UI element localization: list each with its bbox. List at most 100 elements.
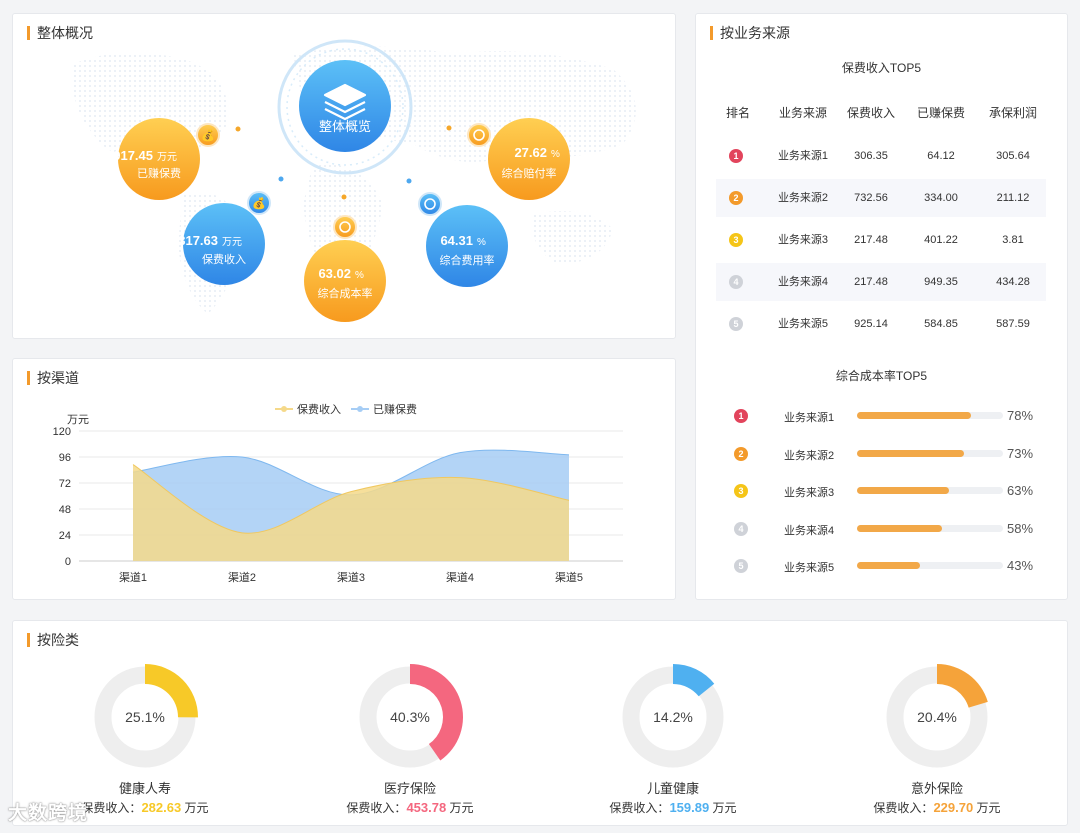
x-tick-label: 渠道3 — [337, 570, 365, 584]
income-label: 保费收入： — [346, 801, 407, 815]
svg-text:保费收入: 保费收入 — [202, 252, 246, 266]
x-tick-label: 渠道5 — [555, 570, 583, 584]
income-top5-title: 保费收入TOP5 — [841, 61, 922, 75]
cost-bar-row: 5 业务来源5 43% — [716, 557, 1046, 577]
x-tick-label: 渠道2 — [228, 570, 256, 584]
cell-earned: 584.85 — [924, 318, 958, 330]
cell-earned: 64.12 — [927, 150, 955, 162]
cost-bar-fill — [857, 524, 942, 532]
legend-marker — [281, 406, 287, 412]
legend-marker — [357, 406, 363, 412]
svg-text:万元: 万元 — [222, 237, 242, 248]
cell-earned: 334.00 — [924, 192, 958, 204]
cell-name: 业务来源5 — [777, 318, 829, 330]
cell-name: 业务来源3 — [777, 234, 829, 246]
cell-income: 925.14 — [854, 318, 888, 330]
income-unit: 万元 — [712, 801, 737, 815]
table-row: 1 业务来源1 306.35 64.12 305.64 — [716, 137, 1046, 175]
income-value: 159.89 — [669, 800, 710, 815]
cell-income: 217.48 — [854, 276, 888, 288]
y-tick-label: 24 — [59, 530, 71, 542]
overview-center-label: 整体概览 — [319, 119, 371, 134]
income-unit: 万元 — [184, 801, 209, 815]
channel-panel: 按渠道 0 24 48 72 96 120 万元 渠道1 渠道2 渠道3 渠道4 渠道5 保费收入 已赚保… — [12, 358, 676, 600]
cell-name: 业务来源4 — [777, 276, 829, 288]
source-title: 按业务来源 — [710, 25, 790, 41]
svg-text:综合费用率: 综合费用率 — [440, 253, 495, 267]
y-axis-unit: 万元 — [67, 414, 89, 426]
legend-label: 已赚保费 — [373, 402, 417, 416]
svg-text:%: % — [355, 270, 364, 281]
cell-income: 306.35 — [854, 150, 888, 162]
metric-expense-ratio-bubble: 64.31 % 综合费用率 — [418, 192, 508, 287]
money-bag-icon: 💰 — [201, 129, 215, 142]
donut-pct-label: 14.2% — [653, 709, 693, 725]
cost-bar-label: 业务来源1 — [784, 412, 835, 424]
cost-bar-track — [857, 487, 1003, 494]
cost-bar-fill — [857, 562, 920, 569]
rank-badge: 1 — [729, 149, 743, 163]
cell-earned: 401.22 — [924, 234, 958, 246]
svg-text:综合成本率: 综合成本率 — [318, 286, 373, 300]
cost-bar-fill — [857, 412, 971, 419]
cost-bar-row: 2 业务来源2 73% — [716, 445, 1046, 465]
rank-badge: 3 — [734, 484, 748, 498]
svg-text:已赚保费: 已赚保费 — [137, 166, 181, 180]
category-income: 保费收入：453.78 万元 — [280, 799, 540, 816]
cost-bar-pct: 58% — [1007, 520, 1034, 536]
category-name: 意外保险 — [910, 781, 963, 796]
cost-bar-pct: 78% — [1007, 408, 1034, 423]
cell-name: 业务来源2 — [777, 192, 829, 204]
donut-chart: 20.4% — [886, 664, 988, 768]
cell-name: 业务来源1 — [777, 150, 829, 162]
svg-text:综合赔付率: 综合赔付率 — [502, 166, 557, 180]
donut-chart: 40.3% — [359, 664, 463, 768]
table-row: 2 业务来源2 732.56 334.00 211.12 — [716, 179, 1046, 217]
category-income: 保费收入：159.89 万元 — [543, 799, 803, 816]
donut-pct-label: 20.4% — [917, 709, 957, 725]
cost-bar-pct: 43% — [1007, 558, 1034, 573]
header-earned: 已赚保费 — [916, 106, 965, 120]
rank-badge: 2 — [734, 446, 748, 461]
category-income: 保费收入：229.70 万元 — [807, 799, 1067, 816]
donut-chart: 14.2% — [622, 664, 724, 768]
income-value: 453.78 — [406, 800, 447, 815]
legend-label: 保费收入 — [297, 402, 341, 416]
cost-bar-row: 1 业务来源1 78% — [716, 407, 1046, 427]
y-tick-label: 96 — [59, 452, 71, 464]
cost-bar-row: 4 业务来源4 58% — [716, 520, 1046, 540]
cost-bar-track — [857, 412, 1003, 419]
cost-bar-row: 3 业务来源3 63% — [716, 482, 1046, 502]
header-rank: 排名 — [725, 106, 750, 120]
y-tick-label: 72 — [59, 478, 71, 490]
rank-badge: 5 — [734, 559, 748, 573]
overview-panel: 整体概况 整体概览 917.45 万元 已赚保费 💰 317.63 万元 保费收… — [12, 13, 676, 339]
income-label: 保费收入： — [873, 801, 934, 815]
svg-text:%: % — [551, 149, 560, 160]
x-tick-label: 渠道4 — [446, 570, 474, 584]
cell-profit: 587.59 — [996, 318, 1030, 330]
x-tick-label: 渠道1 — [119, 570, 147, 584]
y-tick-label: 48 — [59, 504, 71, 516]
cell-profit: 3.81 — [1002, 234, 1024, 246]
rank-badge: 3 — [729, 233, 743, 247]
y-tick-label: 120 — [53, 426, 71, 438]
rank-badge: 4 — [734, 521, 748, 536]
svg-text:917.45: 917.45 — [113, 148, 153, 163]
money-bag-icon: 💰 — [252, 197, 266, 210]
cost-bar-track — [857, 562, 1003, 569]
svg-text:63.02: 63.02 — [318, 266, 351, 281]
channel-area-chart: 0 24 48 72 96 120万元渠道1 渠道2 渠道3 渠道4 渠道5 保费收入 已赚保费 — [53, 402, 623, 584]
cost-bar-label: 业务来源3 — [784, 487, 835, 499]
cell-earned: 949.35 — [924, 276, 958, 288]
cell-profit: 211.12 — [996, 192, 1030, 204]
table-row: 4 业务来源4 217.48 949.35 434.28 — [716, 263, 1046, 301]
category-name: 医疗保险 — [383, 781, 436, 796]
donut-pct-label: 25.1% — [125, 709, 165, 725]
cost-bar-pct: 63% — [1007, 483, 1034, 498]
cost-bar-fill — [857, 449, 964, 457]
header-source: 业务来源 — [778, 106, 827, 120]
header-profit: 承保利润 — [988, 106, 1037, 120]
category-title: 按险类 — [27, 632, 79, 648]
income-unit: 万元 — [976, 801, 1001, 815]
